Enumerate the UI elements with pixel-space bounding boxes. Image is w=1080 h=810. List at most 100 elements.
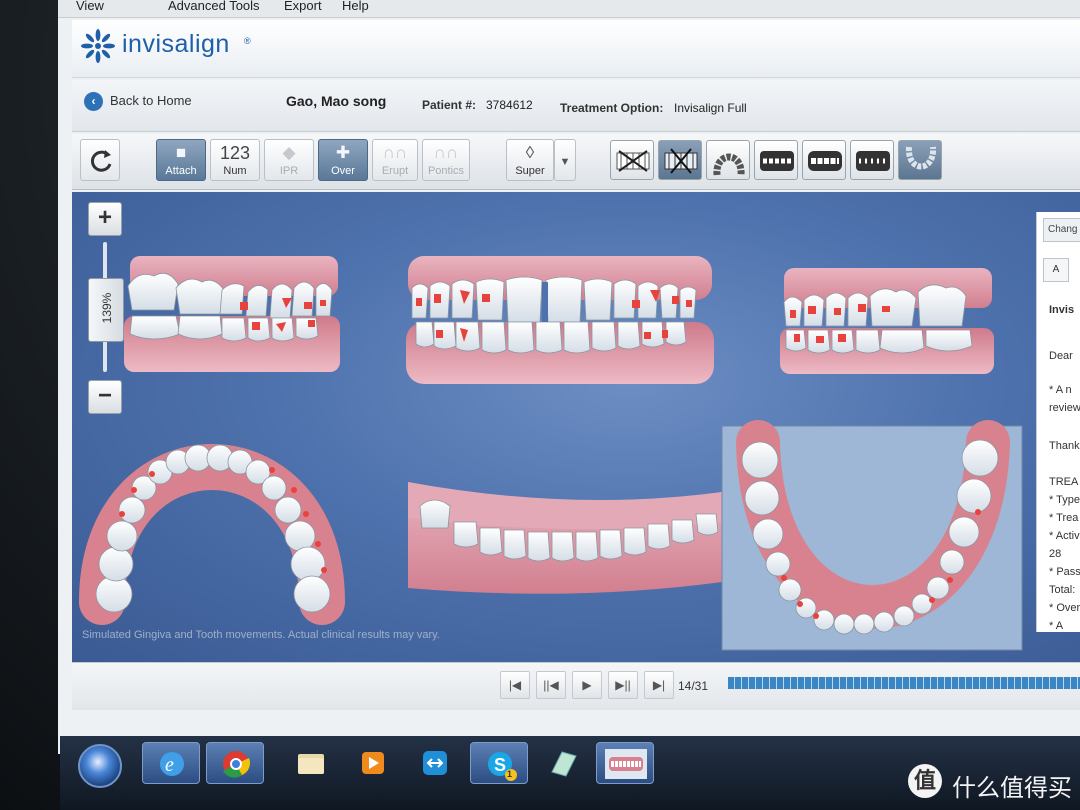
notes-line: * Pass <box>1049 566 1080 578</box>
pontics-tool-button[interactable]: ∩∩ Pontics <box>422 139 470 181</box>
treatment-notes-panel: Chang A Invis Dear * A n review Thank TR… <box>1036 212 1080 632</box>
skip-to-start-icon: |◀ <box>508 678 522 692</box>
right-buccal-view[interactable] <box>124 256 340 372</box>
teeth-app-icon <box>605 749 647 779</box>
clincheck-window: View Advanced Tools Export Help invisali… <box>58 0 1080 754</box>
num-tool-button[interactable]: 123 Num <box>210 139 260 181</box>
superimpose-dropdown[interactable]: ▼ <box>554 139 576 181</box>
diastema-gap <box>542 282 548 322</box>
ipr-tool-button[interactable]: ◆ IPR <box>264 139 314 181</box>
refresh-button[interactable] <box>80 139 120 181</box>
stage-playback-bar: |◀ ||◀ ▶ ▶|| ▶| 14/31 14 <box>72 662 1080 710</box>
taskbar-teamviewer[interactable] <box>406 742 464 784</box>
start-button[interactable] <box>78 744 122 788</box>
taskbar-file-explorer[interactable] <box>282 742 340 784</box>
step-forward-icon: ▶|| <box>615 678 631 692</box>
superimpose-label: Super <box>515 165 545 177</box>
notes-line: Total: <box>1049 584 1076 596</box>
app-header: invisalign ® <box>72 20 1080 78</box>
notes-line: * Activ <box>1049 530 1080 542</box>
left-buccal-view-button[interactable] <box>850 140 894 180</box>
last-stage-button[interactable]: ▶| <box>644 671 674 699</box>
lower-occlusal-view[interactable] <box>721 420 1023 651</box>
chrome-icon <box>223 751 250 778</box>
3d-viewport[interactable]: + 139% − Simulated Gingiva and Tooth mov… <box>72 192 1080 662</box>
previous-stage-button[interactable]: ||◀ <box>536 671 566 699</box>
erupt-label: Erupt <box>381 165 409 177</box>
next-stage-button[interactable]: ▶|| <box>608 671 638 699</box>
menu-help[interactable]: Help <box>342 0 369 13</box>
superimpose-button[interactable]: ◊ Super <box>506 139 554 181</box>
front-view[interactable] <box>406 256 714 384</box>
step-back-icon: ||◀ <box>543 678 559 692</box>
zoom-slider-thumb[interactable]: 139% <box>88 278 124 342</box>
upper-occlusal-view[interactable] <box>79 444 345 625</box>
lower-arch-view-button[interactable] <box>898 140 942 180</box>
over-label: Over <box>331 165 355 177</box>
taskbar-media-player[interactable] <box>344 742 402 784</box>
view-toolbar: ■ Attach 123 Num ◆ IPR ✚ Over ∩∩ Erupt ∩… <box>72 134 1080 190</box>
front-view-button[interactable] <box>802 140 846 180</box>
front-teeth-icon <box>808 151 842 171</box>
stage-timeline[interactable]: 14 <box>728 677 1080 689</box>
patient-number: 3784612 <box>486 98 533 112</box>
lock-icon: ■ <box>175 143 187 162</box>
notes-line: 28 <box>1049 548 1062 560</box>
upper-arch-view-button[interactable] <box>706 140 750 180</box>
notes-line: Invis <box>1049 304 1075 316</box>
watermark-text: 什么值得买 <box>952 775 1072 802</box>
folder-icon <box>298 754 324 774</box>
teeth-cross-selected-icon <box>664 148 698 174</box>
over-tool-button[interactable]: ✚ Over <box>318 139 368 181</box>
left-buccal-view[interactable] <box>780 268 994 374</box>
pontics-label: Pontics <box>427 165 465 177</box>
lower-arch-icon <box>905 146 937 170</box>
remove-attachments-view-button[interactable] <box>610 140 654 180</box>
posterior-view[interactable] <box>408 482 722 594</box>
media-player-icon <box>362 752 384 774</box>
attach-label: Attach <box>165 165 197 177</box>
right-buccal-view-button[interactable] <box>754 140 798 180</box>
play-button[interactable]: ▶ <box>572 671 602 699</box>
taskbar-skype[interactable]: S 1 <box>470 742 528 784</box>
treatment-option-label: Treatment Option: <box>560 101 664 115</box>
first-stage-button[interactable]: |◀ <box>500 671 530 699</box>
menu-export[interactable]: Export <box>284 0 322 13</box>
notes-line: * Trea <box>1049 512 1079 524</box>
back-arrow-icon[interactable]: ‹ <box>84 92 103 111</box>
pontics-teeth-icon: ∩∩ <box>433 143 459 162</box>
taskbar-notepad[interactable] <box>534 742 592 784</box>
notes-line: review <box>1049 402 1080 414</box>
internet-explorer-icon: e <box>160 752 184 776</box>
right-buccal-icon <box>760 151 794 171</box>
refresh-icon <box>90 150 112 172</box>
zoom-control: + 139% − <box>88 202 124 417</box>
treatment-option-value: Invisalign Full <box>674 101 747 115</box>
notes-line: * Over <box>1049 602 1080 614</box>
hide-attachments-view-button[interactable] <box>658 140 702 180</box>
skip-to-end-icon: ▶| <box>652 678 666 692</box>
attach-tool-button[interactable]: ■ Attach <box>156 139 206 181</box>
app-logo-text: invisalign <box>122 30 230 58</box>
tab-changes[interactable]: Chang <box>1043 218 1080 242</box>
left-buccal-icon <box>856 151 890 171</box>
zoom-out-button[interactable]: − <box>88 380 122 414</box>
panel-a-button[interactable]: A <box>1043 258 1069 282</box>
zoom-in-button[interactable]: + <box>88 202 122 236</box>
back-to-home-link[interactable]: Back to Home <box>110 93 192 108</box>
notes-line: Thank <box>1049 440 1080 452</box>
teamviewer-icon <box>423 751 447 775</box>
chevron-down-icon: ▼ <box>559 156 571 168</box>
taskbar-clincheck[interactable] <box>596 742 654 784</box>
erupt-tool-button[interactable]: ∩∩ Erupt <box>372 139 418 181</box>
registered-mark: ® <box>244 36 251 46</box>
diamond-icon: ◆ <box>282 143 296 162</box>
taskbar-chrome[interactable] <box>206 742 264 784</box>
photo-of-monitor: View Advanced Tools Export Help invisali… <box>0 0 1080 810</box>
menu-view[interactable]: View <box>76 0 104 13</box>
simulation-disclaimer: Simulated Gingiva and Tooth movements. A… <box>82 629 440 641</box>
taskbar-internet-explorer[interactable]: e <box>142 742 200 784</box>
menu-advanced-tools[interactable]: Advanced Tools <box>168 0 260 13</box>
stage-counter: 14/31 <box>678 679 709 693</box>
notes-line: * Type <box>1049 494 1080 506</box>
